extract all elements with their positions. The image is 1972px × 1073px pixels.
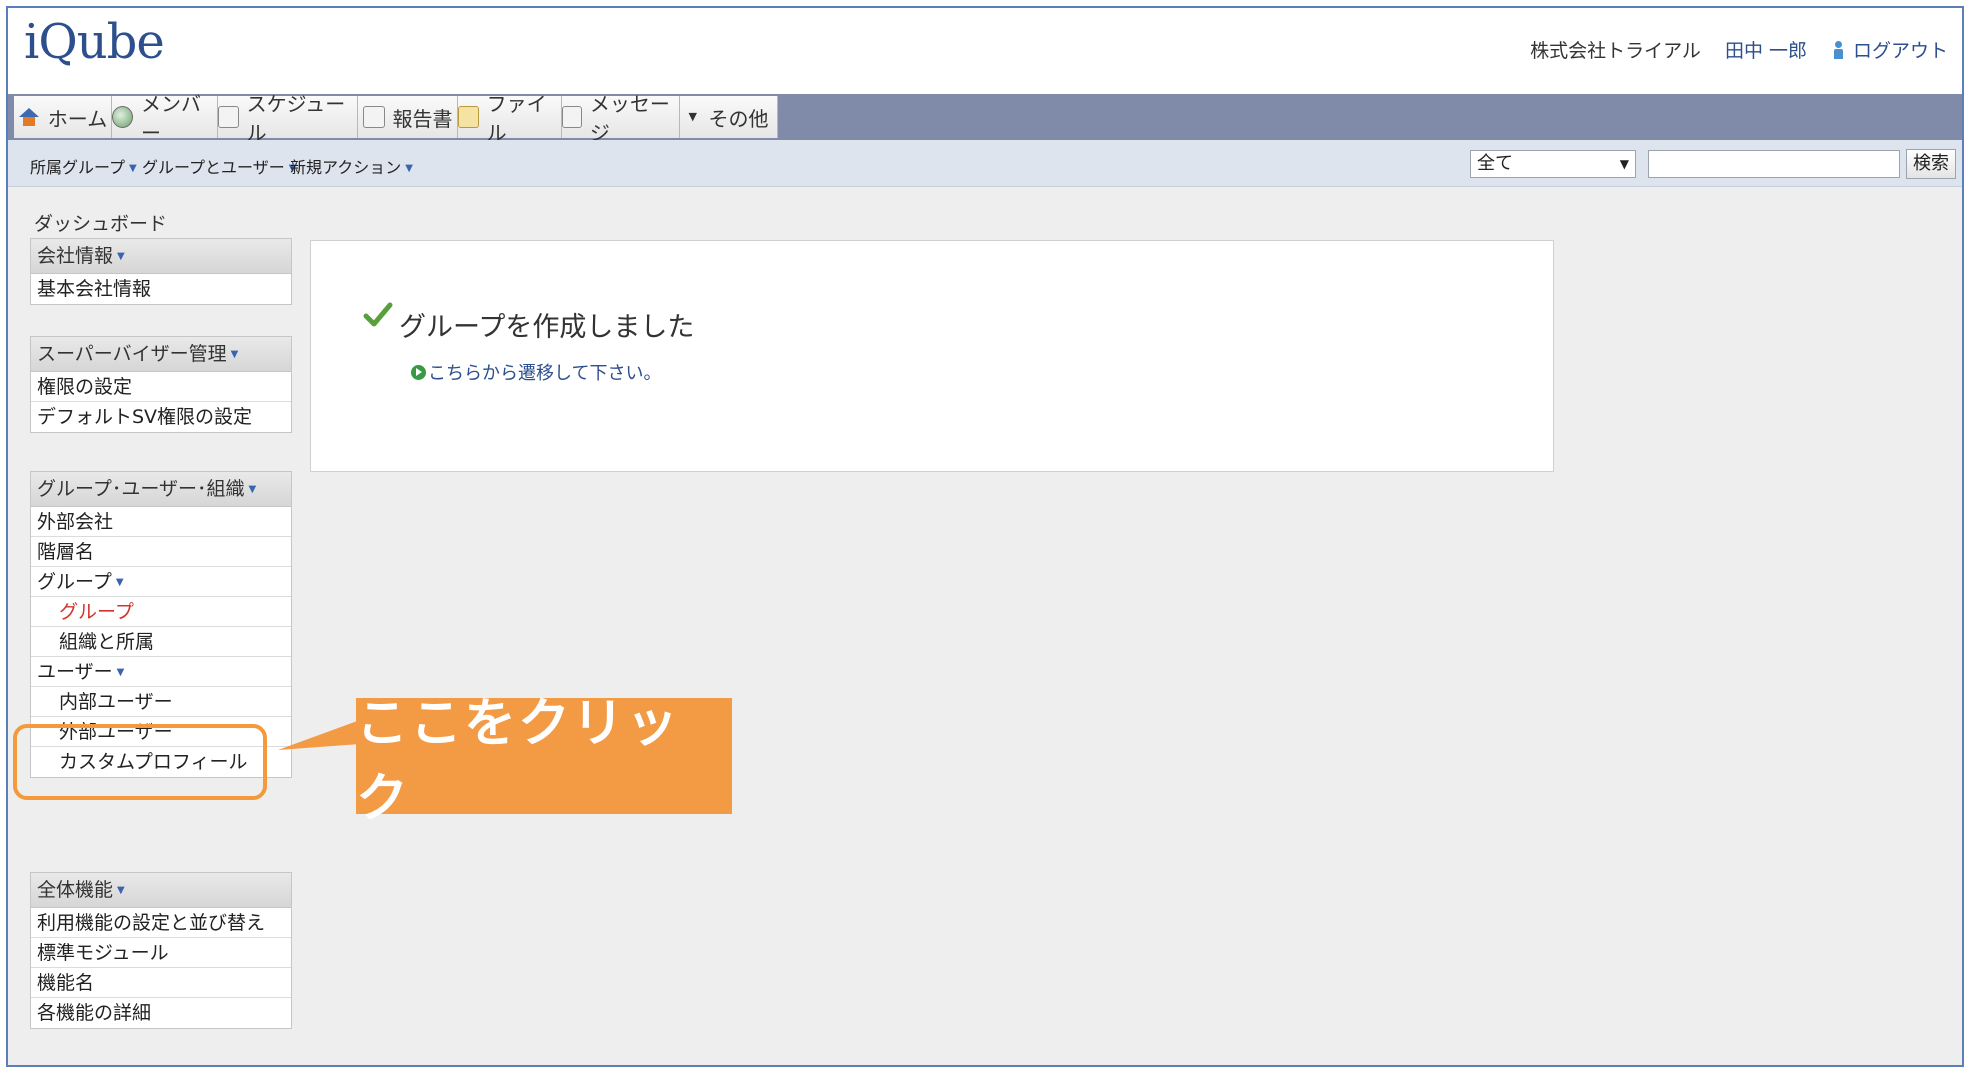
sidebar-item-user-toggle[interactable]: ユーザー ▼ [31,657,291,687]
callout-label: ここをクリック [356,694,732,829]
tab-label: 報告書 [392,106,453,131]
app-window: iQube 株式会社トライアル 田中 一郎 ログアウト ホーム メンバー スケジ… [6,6,1964,1067]
tab-home[interactable]: ホーム [14,96,112,138]
click-highlight [13,724,267,800]
section-header[interactable]: スーパーバイザー管理 ▼ [31,337,291,372]
menu-label: 新規アクション [290,158,402,177]
menu-label: 所属グループ [30,158,126,177]
company-name: 株式会社トライアル [1530,40,1701,62]
sidebar-item[interactable]: 外部会社 [31,507,291,537]
logo[interactable]: iQube [24,14,165,70]
chevron-down-icon: ▼ [248,483,257,495]
chevron-down-icon: ▼ [117,884,125,896]
sidebar-item-group-toggle[interactable]: グループ ▼ [31,567,291,597]
menu-label: グループとユーザー [142,158,285,177]
redirect-link-label: こちらから遷移して下さい。 [428,363,662,384]
section-header[interactable]: 全体機能 ▼ [31,873,291,908]
member-icon [112,106,133,128]
logout-link[interactable]: ログアウト [1831,36,1948,63]
checkmark-icon [363,302,393,327]
report-icon [362,106,385,128]
section-header[interactable]: 会社情報 ▼ [31,239,291,274]
sidebar-section-features: 全体機能 ▼ 利用機能の設定と並び替え 標準モジュール 機能名 各機能の詳細 [30,872,292,1029]
chevron-down-icon: ▼ [117,250,125,262]
sidebar-item[interactable]: 利用機能の設定と並び替え [31,908,291,938]
dashboard-link[interactable]: ダッシュボード [34,209,167,236]
sidebar-section-company: 会社情報 ▼ 基本会社情報 [30,238,292,305]
tab-report[interactable]: 報告書 [358,96,458,138]
header-user-area: 株式会社トライアル 田中 一郎 ログアウト [1530,36,1948,63]
header: iQube 株式会社トライアル 田中 一郎 ログアウト [8,8,1962,88]
sidebar-item[interactable]: 各機能の詳細 [31,998,291,1028]
sidebar-item-group-active[interactable]: グループ [31,597,291,627]
success-message: グループを作成しました [399,312,695,343]
file-icon [458,106,479,128]
sidebar-section-supervisor: スーパーバイザー管理 ▼ 権限の設定 デフォルトSV権限の設定 [30,336,292,433]
tab-label: スケジュール [246,92,346,145]
tab-label: メッセージ [589,92,670,145]
tab-label: ファイル [486,92,547,145]
home-icon [18,106,40,128]
logout-icon [1831,40,1851,60]
sidebar-item-internal-user[interactable]: 内部ユーザー [31,687,291,717]
tab-label: メンバー [141,92,201,145]
result-panel: グループを作成しました こちらから遷移して下さい。 [310,240,1554,472]
chevron-down-icon: ▼ [230,348,239,360]
select-value: 全て [1477,153,1513,174]
menu-group-user[interactable]: グループとユーザー ▼ [142,154,296,178]
chevron-down-icon: ▼ [129,163,137,174]
message-icon [562,106,582,128]
arrow-circle-icon [411,364,426,380]
chevron-down-icon: ▼ [116,666,125,678]
schedule-icon [218,106,239,128]
menu-new-action[interactable]: 新規アクション ▼ [290,154,413,178]
chevron-down-icon: ▼ [115,576,124,588]
sub-navigation: 所属グループ ▼ グループとユーザー ▼ 新規アクション ▼ 全て ▼ 検索 [8,140,1962,187]
tab-member[interactable]: メンバー [112,92,218,145]
tab-schedule[interactable]: スケジュール [218,92,358,145]
sidebar-item[interactable]: 機能名 [31,968,291,998]
search-button[interactable]: 検索 [1906,149,1956,179]
search-scope-select[interactable]: 全て ▼ [1470,150,1636,178]
sidebar-item[interactable]: 基本会社情報 [31,274,291,304]
tab-message[interactable]: メッセージ [562,92,680,145]
sidebar-item[interactable]: 階層名 [31,537,291,567]
tab-label: その他 [708,106,769,131]
tab-file[interactable]: ファイル [458,92,562,145]
search-input[interactable] [1648,150,1900,178]
sidebar-item[interactable]: 権限の設定 [31,372,291,402]
select-arrow-icon: ▼ [1619,157,1629,171]
redirect-link[interactable]: こちらから遷移して下さい。 [411,359,661,385]
menu-groups[interactable]: 所属グループ ▼ [30,154,137,178]
callout-pointer [278,720,360,750]
sidebar-item[interactable]: デフォルトSV権限の設定 [31,402,291,432]
tab-label: ホーム [47,106,108,131]
logout-label: ログアウト [1852,40,1948,62]
sidebar-item[interactable]: 標準モジュール [31,938,291,968]
dropdown-icon [689,106,701,128]
tab-other[interactable]: その他 [680,96,778,138]
chevron-down-icon: ▼ [405,163,413,174]
sidebar-item[interactable]: 組織と所属 [31,627,291,657]
section-header[interactable]: グループ･ユーザー･組織 ▼ [31,472,291,507]
user-name-link[interactable]: 田中 一郎 [1725,36,1807,63]
main-tab-bar: ホーム メンバー スケジュール 報告書 ファイル メッセージ その他 [8,92,1962,145]
